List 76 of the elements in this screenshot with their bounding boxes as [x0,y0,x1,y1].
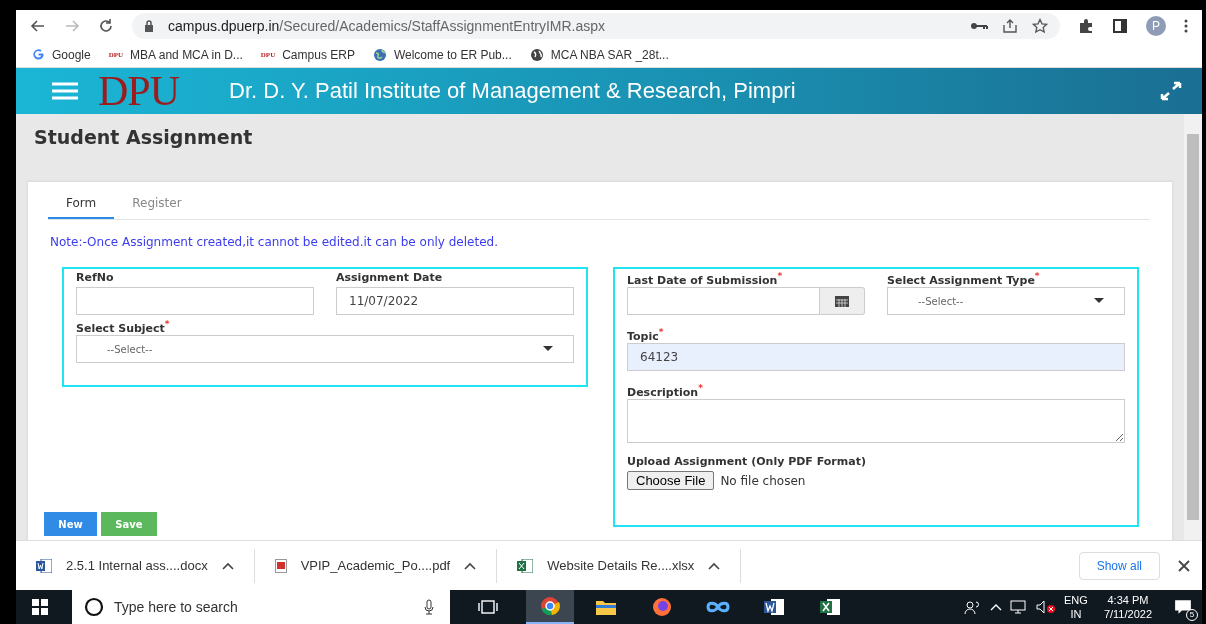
field-label: Select Assignment Type$^{*}$ [887,271,1041,287]
text-field[interactable] [76,287,314,315]
excel-file-icon [517,558,534,573]
bookmark-link[interactable]: Google [32,47,91,62]
caret-icon [1094,298,1104,304]
tab[interactable]: Register [114,188,200,219]
field-label: Select Subject$^{*}$ [76,319,171,335]
calendar-button[interactable] [820,287,865,315]
action-button[interactable]: New [44,512,97,536]
taskbar-app[interactable] [526,590,574,624]
clock[interactable]: 4:34 PM 7/11/2022 [1103,593,1152,621]
download-item[interactable]: 2.5.1 Internal ass....docx [36,548,255,583]
select-dropdown[interactable]: --Select-- [887,287,1125,315]
file-status: No file chosen [720,473,806,488]
chevron-up-icon[interactable] [464,561,477,570]
bookmark-link[interactable]: Welcome to ER Pub... [372,47,512,62]
caret-icon [543,346,553,352]
word-icon [764,598,784,616]
word-file-icon [36,558,52,573]
back-icon[interactable] [30,18,46,34]
select-dropdown[interactable]: --Select-- [76,335,574,363]
task-view-icon[interactable] [478,600,498,614]
globe-icon [372,47,387,62]
field-label: Assignment Date [336,271,444,286]
chevron-up-icon[interactable] [221,561,234,570]
close-icon[interactable] [1178,559,1190,572]
calendar-icon [835,295,849,307]
notification-count: 5 [1186,609,1198,621]
institute-title: Dr. D. Y. Patil Institute of Management & Research, Pimpri [229,78,796,104]
folder-icon [596,599,616,615]
expand-icon[interactable] [1158,81,1184,101]
speaker-muted-icon[interactable] [1036,600,1057,614]
address-bar[interactable]: campus.dpuerp.in/Secured/Academics/StaffAssignmentEntryIMR.aspx [132,13,1060,39]
logo: DPU [98,68,180,114]
chevron-up-icon[interactable] [708,561,721,570]
description-field[interactable] [627,399,1125,443]
google-icon [32,48,45,61]
taskbar-search-field[interactable]: Type here to search [72,590,450,624]
download-item[interactable]: Website Details Re....xlsx [517,548,742,583]
reload-icon[interactable] [98,18,114,34]
infinity-icon [706,600,730,614]
field-label: Topic$^{*}$ [627,327,665,343]
side-panel-icon[interactable] [1112,18,1128,34]
field-label: Description$^{*}$ [627,383,704,399]
choose-file-button[interactable]: Choose File [627,471,715,490]
show-all-button[interactable]: Show all [1078,551,1160,580]
notification-button[interactable]: 5 [1168,592,1198,622]
key-icon[interactable] [970,21,988,31]
network-icon[interactable] [1010,600,1029,614]
download-item[interactable]: VPIP_Academic_Po....pdf [274,548,498,583]
language-indicator[interactable]: ENG IN [1064,593,1088,621]
firefox-icon [652,597,672,617]
field-label: Upload Assignment (Only PDF Format) [627,455,867,470]
globe-icon [529,47,544,62]
puzzle-icon[interactable] [1078,18,1094,34]
excel-icon [820,598,840,616]
page-title: Student Assignment [33,125,254,150]
chrome-icon [540,596,560,616]
notification-icon [1174,599,1192,615]
note-text: Note:-Once Assignment created,it cannot be edited.it can be only deleted. [50,235,499,249]
date-field[interactable] [627,287,820,315]
field-label: Last Date of Submission$^{*}$ [627,271,784,287]
text-field[interactable]: 11/07/2022 [336,287,574,315]
share-icon[interactable] [1002,18,1018,34]
bookmark-link[interactable]: MCA NBA SAR _28t... [529,47,669,62]
tab[interactable]: Form [48,188,115,219]
star-icon[interactable] [1032,18,1048,34]
microphone-icon[interactable] [424,599,434,615]
lock-icon [144,20,154,32]
menu-icon[interactable] [1184,18,1188,34]
scrollbar[interactable] [1184,114,1202,540]
search-icon [84,597,104,617]
field-label: RefNo [76,271,115,286]
windows-start-icon[interactable] [32,599,48,615]
pdf-file-icon [274,558,287,573]
text-field[interactable]: 64123 [627,343,1125,371]
